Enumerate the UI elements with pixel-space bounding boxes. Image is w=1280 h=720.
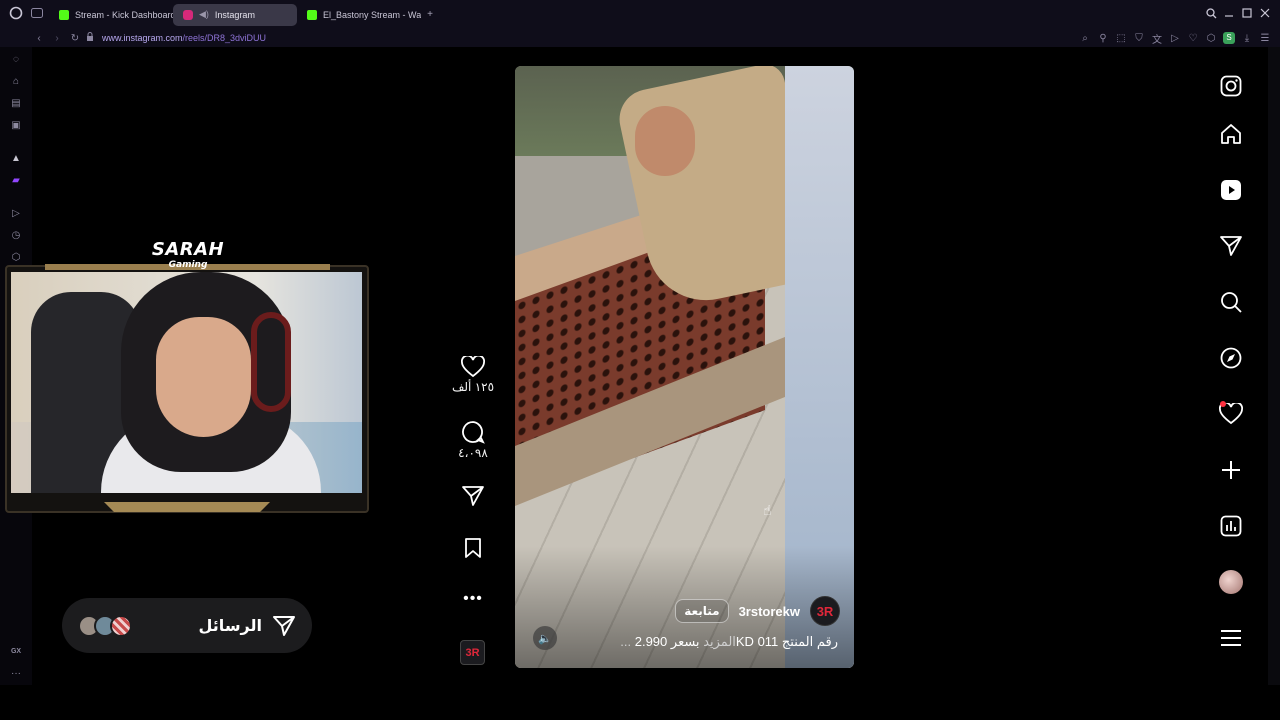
comment-icon[interactable] — [461, 420, 485, 444]
speaker-icon[interactable]: ◀) — [199, 9, 209, 20]
notifications-icon[interactable] — [1218, 401, 1244, 427]
taskbar-strip — [0, 685, 1280, 720]
follow-button[interactable]: متابعة — [675, 599, 729, 623]
notification-dot — [1220, 401, 1226, 407]
caption-text: بسعر 2.990KD رقم المنتج 011 — [634, 634, 838, 649]
new-tab-button[interactable]: + — [421, 9, 439, 20]
address-bar: ‹ › ↻ www.instagram.com/reels/DR8_3dviDU… — [0, 29, 1280, 47]
back-icon[interactable]: ‹ — [30, 33, 48, 44]
comment-action[interactable]: ٤،٠٩٨ — [450, 420, 496, 460]
kick-favicon-icon — [307, 9, 317, 20]
profile-extension-icon[interactable]: S — [1220, 32, 1238, 44]
easy-setup-icon[interactable]: ☰ — [1256, 33, 1274, 44]
like-count: ١٢٥ ألف — [451, 380, 495, 394]
messages-nav-icon[interactable] — [1218, 233, 1244, 259]
tab-label: El_Bastony Stream - Wat — [323, 9, 421, 20]
browser-tabbar: Stream - Kick Dashboard ◀) Instagram El_… — [0, 0, 1280, 29]
twitch-icon[interactable]: ▰ — [9, 174, 23, 188]
volume-icon[interactable]: 🔈 — [533, 626, 557, 650]
reel-video[interactable]: 🔈 متابعة 3rstorekw 3R ... المزيد بسعر 2.… — [515, 66, 854, 668]
profile-avatar[interactable] — [1218, 569, 1244, 595]
reload-icon[interactable]: ↻ — [66, 33, 84, 44]
webcam-frame-bottom — [104, 502, 270, 512]
reel-caption[interactable]: ... المزيد بسعر 2.990KD رقم المنتج 011 — [620, 634, 838, 650]
more-options-icon[interactable]: ••• — [450, 590, 496, 608]
history-icon[interactable]: ◷ — [9, 229, 23, 243]
maximize-icon[interactable] — [1238, 8, 1256, 21]
kick-favicon-icon — [59, 9, 69, 20]
streamer-logo: SARAH Gaming — [150, 239, 226, 271]
avatar — [110, 614, 132, 637]
heart-icon[interactable] — [461, 356, 485, 378]
more-icon[interactable]: ··· — [9, 667, 23, 681]
send-icon — [273, 615, 295, 636]
reels-icon[interactable] — [1218, 177, 1244, 203]
logo-title: SARAH — [151, 239, 225, 260]
dashboard-icon[interactable] — [1218, 513, 1244, 539]
kick-sidebar-icon[interactable]: ▲ — [9, 152, 23, 166]
author-avatar[interactable]: 3R — [810, 596, 840, 626]
reel-author-row: متابعة 3rstorekw 3R — [675, 596, 840, 626]
forward-icon[interactable]: › — [48, 33, 66, 44]
create-icon[interactable] — [1218, 457, 1244, 483]
instagram-logo-icon[interactable] — [1218, 73, 1244, 99]
gx-label[interactable]: GX — [9, 645, 23, 659]
player-icon[interactable]: ▷ — [9, 207, 23, 221]
snapshot-icon[interactable]: ⬚ — [1112, 33, 1130, 44]
message-avatars — [78, 614, 132, 637]
logo-subtitle: Gaming — [168, 260, 208, 270]
audio-avatar[interactable]: 3R — [460, 640, 485, 665]
download-icon[interactable]: ⤓ — [1238, 33, 1256, 44]
menu-icon[interactable] — [1218, 625, 1244, 651]
workspace-icon[interactable]: ⌂ — [9, 75, 23, 89]
instagram-favicon-icon — [183, 9, 193, 20]
search-icon[interactable] — [1218, 289, 1244, 315]
instagram-nav — [1214, 66, 1248, 686]
video-hand — [635, 106, 695, 176]
tab-islands-icon[interactable] — [25, 8, 49, 21]
explore-icon[interactable] — [1218, 345, 1244, 371]
save-action[interactable] — [450, 537, 496, 559]
tab-instagram[interactable]: ◀) Instagram — [173, 3, 297, 26]
home-icon[interactable] — [1218, 121, 1244, 147]
page-scrollbar[interactable] — [1268, 47, 1280, 685]
minimize-icon[interactable] — [1220, 8, 1238, 21]
mouse-cursor-icon: ☝ — [763, 502, 772, 518]
play-icon[interactable]: ▷ — [1166, 33, 1184, 44]
translate-icon[interactable]: 文 — [1148, 31, 1166, 46]
bookmark-icon[interactable] — [463, 537, 483, 559]
close-window-icon[interactable] — [1256, 8, 1274, 21]
messenger-icon[interactable]: ▣ — [9, 119, 23, 133]
messages-pill[interactable]: الرسائل — [62, 598, 312, 653]
extensions-sidebar-icon[interactable]: ⬡ — [9, 251, 23, 265]
url-text[interactable]: www.instagram.com/reels/DR8_3dviDUU — [102, 33, 266, 43]
messages-label: الرسائل — [198, 617, 262, 635]
author-username[interactable]: 3rstorekw — [739, 604, 800, 619]
lock-icon — [84, 32, 96, 44]
zoom-icon[interactable]: ⌕ — [1076, 33, 1094, 44]
opera-logo-icon[interactable] — [7, 6, 25, 23]
webcam-feed — [11, 272, 362, 493]
adblock-icon[interactable]: ⛉ — [1130, 33, 1148, 44]
tab-label: Instagram — [214, 9, 255, 20]
search-tabs-icon[interactable] — [1202, 7, 1220, 22]
tab-kick-dashboard[interactable]: Stream - Kick Dashboard — [49, 4, 173, 26]
extensions-icon[interactable]: ⬡ — [1202, 33, 1220, 44]
aria-icon[interactable]: ◌ — [9, 53, 23, 67]
like-action[interactable]: ١٢٥ ألف — [450, 356, 496, 394]
pin-icon[interactable]: ⚲ — [1094, 33, 1112, 44]
send-icon[interactable] — [461, 485, 485, 507]
gx-corner-icon[interactable]: ▤ — [9, 97, 23, 111]
tab-el-bastony-stream[interactable]: El_Bastony Stream - Wat — [297, 4, 421, 26]
share-action[interactable] — [450, 485, 496, 507]
tab-label: Stream - Kick Dashboard — [75, 9, 173, 20]
heart-bookmark-icon[interactable]: ♡ — [1184, 33, 1202, 44]
comment-count: ٤،٠٩٨ — [458, 446, 488, 460]
